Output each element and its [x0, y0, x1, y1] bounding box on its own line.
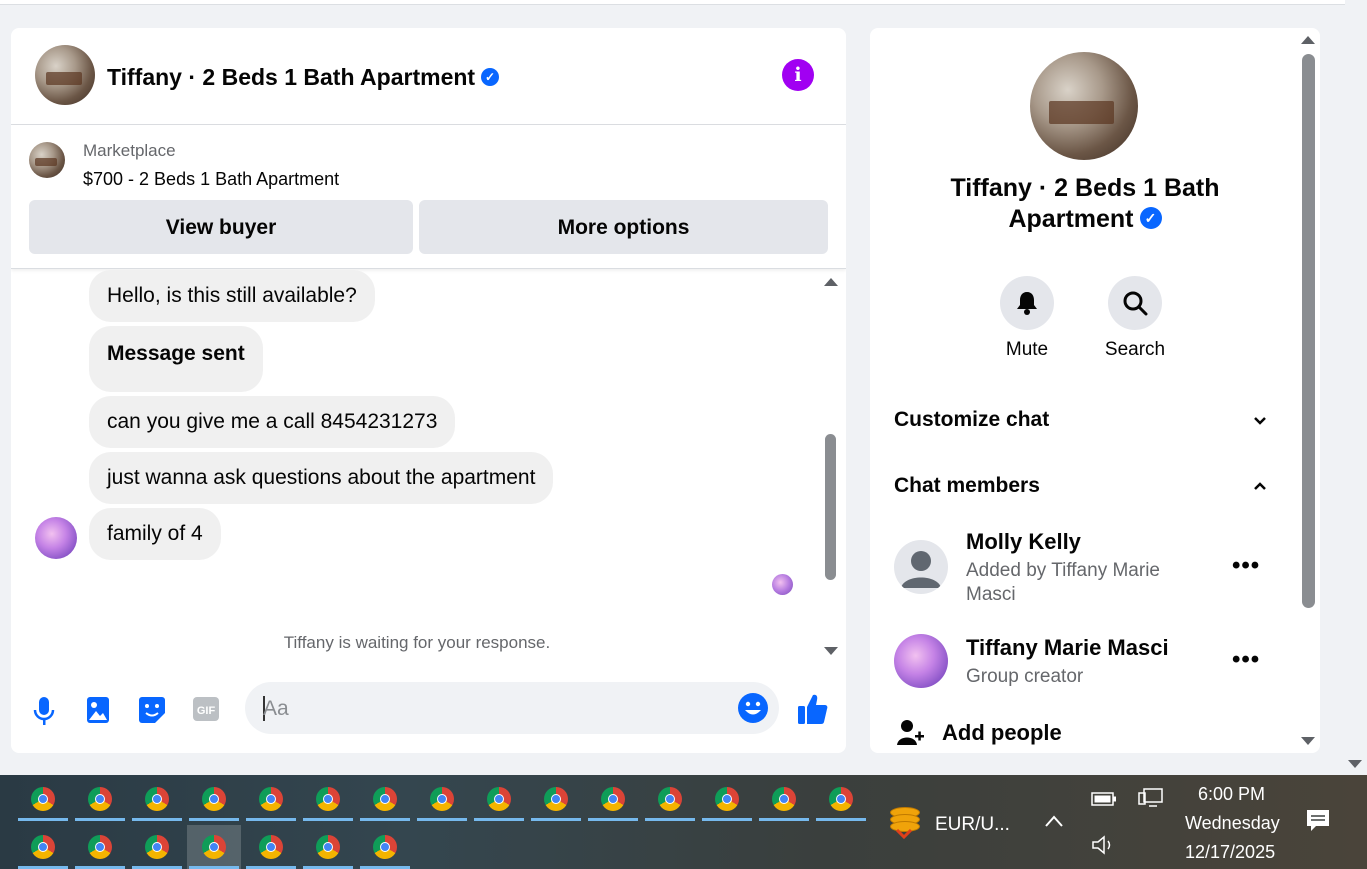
message-bubble[interactable]: can you give me a call 8454231273 — [89, 396, 456, 448]
marketplace-label: Marketplace — [83, 141, 176, 160]
top-bar — [0, 0, 1345, 5]
chrome-taskbar-icon[interactable] — [358, 777, 412, 821]
chrome-taskbar-icon[interactable] — [187, 825, 241, 869]
taskbar: EUR/U... 6:00 PM Wednesday 12/17/2025 — [0, 775, 1367, 869]
page-scroll-down-icon[interactable] — [1348, 760, 1362, 768]
chrome-taskbar-icon[interactable] — [415, 777, 469, 821]
emoji-icon[interactable] — [737, 692, 769, 724]
info-scrollbar[interactable] — [1298, 30, 1316, 750]
chrome-taskbar-icon[interactable] — [358, 825, 412, 869]
add-person-icon — [897, 720, 924, 745]
sender-avatar[interactable] — [35, 517, 77, 559]
message-input-box[interactable] — [245, 682, 779, 734]
chrome-taskbar-icon[interactable] — [16, 777, 70, 821]
chrome-taskbar-icon[interactable] — [187, 777, 241, 821]
chevron-up-icon[interactable] — [1253, 479, 1267, 493]
verified-badge-icon: ✓ — [481, 67, 500, 86]
more-options-icon[interactable]: ••• — [1232, 552, 1260, 580]
view-buyer-button[interactable]: View buyer — [29, 200, 413, 254]
chat-members-toggle[interactable]: Chat members — [894, 474, 1040, 498]
chrome-taskbar-icon[interactable] — [301, 777, 355, 821]
svg-text:GIF: GIF — [197, 705, 216, 717]
volume-icon[interactable] — [1091, 835, 1117, 855]
photo-icon[interactable] — [83, 696, 113, 726]
default-avatar-icon — [894, 540, 948, 594]
microphone-icon[interactable] — [29, 696, 59, 726]
member-subtitle: Added by Tiffany Marie Masci — [966, 560, 1160, 605]
chrome-taskbar-icon[interactable] — [529, 777, 583, 821]
chrome-taskbar-icon[interactable] — [814, 777, 868, 821]
read-receipt-avatar — [772, 574, 793, 595]
scrollbar-thumb[interactable] — [1302, 54, 1315, 608]
member-name: Molly Kelly — [966, 529, 1081, 554]
chat-panel: Tiffany · 2 Beds 1 Bath Apartment ✓ i Mar… — [11, 28, 846, 753]
member-name: Tiffany Marie Masci — [966, 635, 1169, 660]
scroll-down-icon[interactable] — [1301, 737, 1315, 745]
verified-badge-icon: ✓ — [1139, 207, 1162, 230]
info-icon[interactable]: i — [782, 59, 814, 91]
more-options-icon[interactable]: ••• — [1232, 646, 1260, 674]
mute-action[interactable]: Mute — [987, 276, 1067, 361]
chrome-taskbar-icon[interactable] — [472, 777, 526, 821]
scroll-up-icon[interactable] — [1301, 36, 1315, 44]
chrome-taskbar-icon[interactable] — [301, 825, 355, 869]
listing-title[interactable]: $700 - 2 Beds 1 Bath Apartment — [83, 169, 339, 190]
like-icon[interactable] — [795, 692, 831, 728]
listing-thumbnail[interactable] — [29, 142, 65, 178]
member-subtitle: Group creator — [966, 666, 1084, 687]
message-scrollbar[interactable] — [823, 274, 839, 659]
composer: GIF — [11, 678, 846, 753]
search-icon[interactable] — [1108, 276, 1162, 330]
message-bubble[interactable]: just wanna ask questions about the apart… — [89, 452, 554, 504]
chevron-up-icon[interactable] — [1044, 814, 1064, 828]
search-action[interactable]: Search — [1095, 276, 1175, 361]
chrome-taskbar-icon[interactable] — [16, 825, 70, 869]
chat-info-panel: Tiffany · 2 Beds 1 Bath Apartment ✓ Mute … — [870, 28, 1320, 753]
scroll-down-icon[interactable] — [824, 647, 838, 655]
more-options-button[interactable]: More options — [419, 200, 828, 254]
scrollbar-thumb[interactable] — [825, 434, 836, 580]
currency-ticker[interactable]: EUR/U... — [935, 814, 1010, 836]
notifications-icon[interactable] — [1305, 808, 1331, 834]
marketplace-banner: Marketplace $700 - 2 Beds 1 Bath Apartme… — [11, 125, 846, 269]
chrome-taskbar-icon[interactable] — [130, 777, 184, 821]
bell-icon[interactable] — [1000, 276, 1054, 330]
add-people-label: Add people — [942, 720, 1062, 745]
search-label: Search — [1104, 339, 1166, 360]
chrome-taskbar-icon[interactable] — [244, 777, 298, 821]
chrome-taskbar-icon[interactable] — [643, 777, 697, 821]
chrome-taskbar-icon[interactable] — [586, 777, 640, 821]
coins-icon[interactable] — [888, 805, 920, 839]
chevron-down-icon[interactable] — [1253, 414, 1267, 428]
mute-label: Mute — [1005, 339, 1049, 360]
chat-title[interactable]: Tiffany · 2 Beds 1 Bath Apartment ✓ — [107, 64, 500, 91]
network-icon[interactable] — [1138, 787, 1164, 809]
chrome-taskbar-icon[interactable] — [130, 825, 184, 869]
chrome-taskbar-icon[interactable] — [700, 777, 754, 821]
listing-avatar[interactable] — [35, 45, 95, 105]
clock-day[interactable]: Wednesday — [1185, 813, 1280, 834]
gif-icon[interactable]: GIF — [191, 696, 221, 726]
chrome-taskbar-icon[interactable] — [73, 777, 127, 821]
chrome-taskbar-icon[interactable] — [757, 777, 811, 821]
member-avatar — [894, 634, 948, 688]
message-list[interactable]: Hello, is this still available? Message … — [11, 269, 821, 659]
chrome-taskbar-icon[interactable] — [244, 825, 298, 869]
info-title: Tiffany · 2 Beds 1 Bath Apartment ✓ — [950, 174, 1220, 233]
waiting-status: Tiffany is waiting for your response. — [283, 633, 551, 652]
message-input[interactable] — [261, 690, 725, 728]
message-bubble[interactable]: Message sent — [89, 326, 263, 392]
chrome-taskbar-icon[interactable] — [73, 825, 127, 869]
message-bubble[interactable]: family of 4 — [89, 508, 221, 560]
clock-time[interactable]: 6:00 PM — [1198, 784, 1265, 805]
battery-icon[interactable] — [1091, 791, 1117, 807]
clock-date[interactable]: 12/17/2025 — [1185, 842, 1275, 863]
scroll-up-icon[interactable] — [824, 278, 838, 286]
sticker-icon[interactable] — [137, 696, 167, 726]
customize-chat-toggle[interactable]: Customize chat — [894, 408, 1049, 432]
chat-header: Tiffany · 2 Beds 1 Bath Apartment ✓ i — [11, 28, 846, 125]
message-bubble[interactable]: Hello, is this still available? — [89, 270, 375, 322]
profile-avatar[interactable] — [1030, 52, 1138, 160]
